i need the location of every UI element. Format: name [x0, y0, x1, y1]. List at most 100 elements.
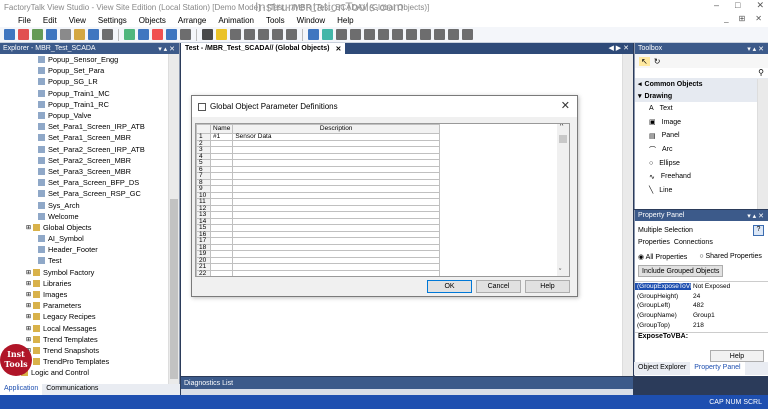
paste-icon[interactable]	[88, 29, 99, 40]
expand-toggle-icon[interactable]: ⊞	[26, 224, 31, 231]
zoom-icon[interactable]	[180, 29, 191, 40]
tree-item[interactable]: Header_Footer	[0, 244, 168, 255]
property-value[interactable]: 482	[691, 302, 704, 309]
expand-toggle-icon[interactable]: ⊞	[26, 269, 31, 276]
menu-window[interactable]: Window	[297, 16, 325, 25]
tree-item[interactable]: Test	[0, 255, 168, 266]
snap-icon[interactable]	[420, 29, 431, 40]
common-objects-header[interactable]: ◂ Common Objects	[635, 78, 768, 90]
expand-toggle-icon[interactable]: ⊞	[26, 325, 31, 332]
tool-panel[interactable]: ▤ Panel	[635, 129, 768, 143]
property-row[interactable]: (GroupTop) 218	[635, 320, 768, 330]
tree-item[interactable]: Set_Para3_Screen_MBR	[0, 166, 168, 177]
tree-item[interactable]: Welcome	[0, 211, 168, 222]
tree-item[interactable]: Popup_Train1_MC	[0, 88, 168, 99]
space-icon[interactable]	[434, 29, 445, 40]
tree-item[interactable]: Set_Para2_Screen_IRP_ATB	[0, 144, 168, 155]
property-row[interactable]: (GroupName) Group1	[635, 311, 768, 321]
menu-view[interactable]: View	[69, 16, 86, 25]
align-left-icon[interactable]	[272, 29, 283, 40]
tool-line[interactable]: ╲ Line	[635, 184, 768, 198]
align-top-icon[interactable]	[448, 29, 459, 40]
property-row[interactable]: (GroupHeight) 24	[635, 292, 768, 302]
tree-item[interactable]: Popup_Sensor_Engg	[0, 54, 168, 65]
mdi-minimize-icon[interactable]: _	[724, 14, 728, 23]
zoom-in-icon[interactable]	[378, 29, 389, 40]
property-value[interactable]: Group1	[691, 312, 715, 319]
align-bottom-icon[interactable]	[462, 29, 473, 40]
tree-item[interactable]: ⊞ Parameters	[0, 300, 168, 311]
pin-icon[interactable]: ▾ ▴ ✕	[158, 45, 175, 53]
close-icon[interactable]: ✕	[756, 0, 764, 11]
scroll-up-icon[interactable]: ^	[560, 124, 563, 130]
tool-freehand[interactable]: ∿ Freehand	[635, 170, 768, 184]
toolbox-scrollbar[interactable]	[757, 79, 768, 209]
toolbox-pin-icon[interactable]: ▾ ▴ ✕	[747, 45, 764, 53]
props-help-button[interactable]: Help	[710, 350, 764, 362]
help-button[interactable]: Help	[525, 280, 570, 293]
menu-help[interactable]: Help	[337, 16, 353, 25]
tool-text[interactable]: A Text	[635, 102, 768, 116]
align-center-icon[interactable]	[286, 29, 297, 40]
tree-item[interactable]: ⊞ Symbol Factory	[0, 267, 168, 278]
name-cell[interactable]	[209, 269, 234, 276]
parameter-grid[interactable]: Name Description 1 #1 Sensor Data 2 3 4 5 6 7 8 9 10…	[195, 123, 570, 277]
expand-toggle-icon[interactable]: ⊞	[26, 336, 31, 343]
tree-item[interactable]: Popup_Train1_RC	[0, 99, 168, 110]
radio-all-properties[interactable]: ◉ All Properties	[638, 253, 687, 261]
tree-item[interactable]: ⊞ Global Objects	[0, 222, 168, 233]
bring-front-icon[interactable]	[322, 29, 333, 40]
flip-icon[interactable]	[350, 29, 361, 40]
zoom-out-icon[interactable]	[392, 29, 403, 40]
tool-image[interactable]: ▣ Image	[635, 116, 768, 130]
expand-toggle-icon[interactable]: ⊞	[26, 280, 31, 287]
tree-item[interactable]: ⊞ Trend Templates	[0, 334, 168, 345]
ungroup-icon[interactable]	[258, 29, 269, 40]
tab-application[interactable]: Application	[0, 384, 43, 395]
rotate-icon[interactable]	[364, 29, 375, 40]
tree-item[interactable]: ⊞ Images	[0, 289, 168, 300]
grid-scroll-thumb[interactable]	[559, 135, 567, 143]
mdi-restore-icon[interactable]: ⊞	[739, 14, 746, 23]
refresh-icon[interactable]: ↻	[654, 57, 661, 66]
tree-item[interactable]: AI_Symbol	[0, 233, 168, 244]
save-icon[interactable]	[32, 29, 43, 40]
tree-item[interactable]: Popup_SG_LR	[0, 76, 168, 87]
find-icon[interactable]	[138, 29, 149, 40]
run-icon[interactable]	[202, 29, 213, 40]
group-icon[interactable]	[244, 29, 255, 40]
tab-communications[interactable]: Communications	[42, 384, 102, 395]
expand-toggle-icon[interactable]: ⊞	[26, 291, 31, 298]
mdi-close-icon[interactable]: ✕	[755, 14, 762, 23]
tree-item[interactable]: ⊞ Libraries	[0, 278, 168, 289]
tree-item[interactable]: Set_Para_Screen_RSP_GC	[0, 188, 168, 199]
description-cell[interactable]	[232, 269, 440, 276]
print-icon[interactable]	[46, 29, 57, 40]
cut-icon[interactable]	[60, 29, 71, 40]
properties-icon[interactable]	[166, 29, 177, 40]
minimize-icon[interactable]: –	[714, 0, 719, 11]
tree-item[interactable]: Popup_Set_Para	[0, 65, 168, 76]
tab-connections[interactable]: Connections	[674, 239, 713, 250]
pointer-icon[interactable]: ↖	[639, 56, 650, 66]
scroll-thumb[interactable]	[170, 199, 178, 379]
select-icon[interactable]	[230, 29, 241, 40]
tool-arc[interactable]: ⌒ Arc	[635, 143, 768, 157]
delete-icon[interactable]	[152, 29, 163, 40]
property-value[interactable]: 24	[691, 293, 700, 300]
cancel-button[interactable]: Cancel	[476, 280, 521, 293]
property-value[interactable]: 218	[691, 322, 704, 329]
property-pin-icon[interactable]: ▾ ▴ ✕	[747, 212, 764, 220]
drawing-header[interactable]: ▾ Drawing	[635, 90, 768, 102]
expand-toggle-icon[interactable]: ⊞	[26, 313, 31, 320]
tool-ellipse[interactable]: ○ Ellipse	[635, 156, 768, 170]
undo-icon[interactable]	[102, 29, 113, 40]
document-tab[interactable]: Test - /MBR_Test_SCADA// (Global Objects…	[181, 43, 346, 54]
scroll-down-icon[interactable]: ˇ	[559, 269, 561, 276]
menu-tools[interactable]: Tools	[266, 16, 285, 25]
property-row[interactable]: (GroupLeft) 482	[635, 301, 768, 311]
tab-scroll-icons[interactable]: ◀ ▶ ✕	[608, 44, 629, 52]
tree-item[interactable]: Set_Para1_Screen_IRP_ATB	[0, 121, 168, 132]
tree-item[interactable]: ⊞ Legacy Recipes	[0, 311, 168, 322]
send-back-icon[interactable]	[336, 29, 347, 40]
